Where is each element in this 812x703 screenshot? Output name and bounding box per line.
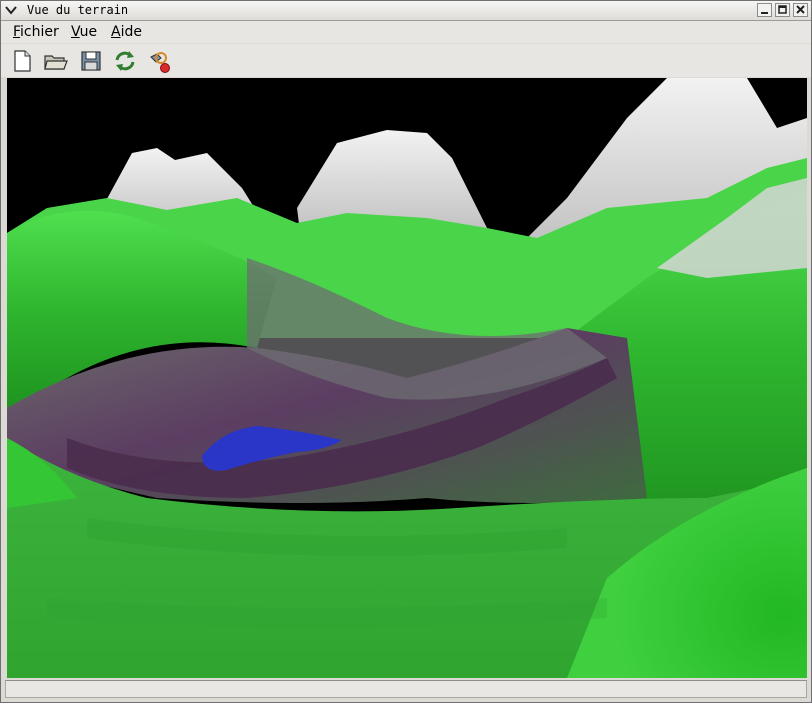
status-bar xyxy=(5,680,807,698)
menu-vue[interactable]: Vue xyxy=(71,24,97,40)
minimize-button[interactable] xyxy=(757,3,772,17)
menu-aide[interactable]: Aide xyxy=(111,24,142,40)
menu-fichier-mnemonic: F xyxy=(13,24,21,40)
open-folder-icon xyxy=(44,55,68,70)
tool-settings-icon xyxy=(150,52,170,73)
open-button[interactable] xyxy=(43,48,69,74)
new-button[interactable] xyxy=(9,48,35,74)
toolbar xyxy=(1,44,811,77)
close-button[interactable] xyxy=(793,3,808,17)
window-menu-icon[interactable] xyxy=(3,3,19,17)
menu-vue-mnemonic: V xyxy=(71,24,80,40)
title-bar[interactable]: Vue du terrain xyxy=(1,1,811,21)
terrain-render xyxy=(7,78,807,678)
save-disk-icon xyxy=(81,51,101,71)
refresh-icon xyxy=(115,51,135,71)
menu-fichier[interactable]: Fichier xyxy=(13,24,59,40)
window-title: Vue du terrain xyxy=(27,3,129,17)
settings-button[interactable] xyxy=(147,48,173,74)
menu-bar: Fichier Vue Aide xyxy=(1,21,811,43)
menu-fichier-label: ichier xyxy=(20,24,59,40)
menu-aide-label: ide xyxy=(120,24,142,40)
maximize-button[interactable] xyxy=(775,3,790,17)
save-button[interactable] xyxy=(78,48,104,74)
menu-vue-label: ue xyxy=(79,24,98,40)
application-window: Vue du terrain Fichier Vue Aide xyxy=(0,0,812,703)
menu-aide-mnemonic: A xyxy=(111,24,121,40)
terrain-3d-view[interactable] xyxy=(7,78,807,678)
refresh-button[interactable] xyxy=(112,48,138,74)
new-file-icon xyxy=(14,50,31,72)
